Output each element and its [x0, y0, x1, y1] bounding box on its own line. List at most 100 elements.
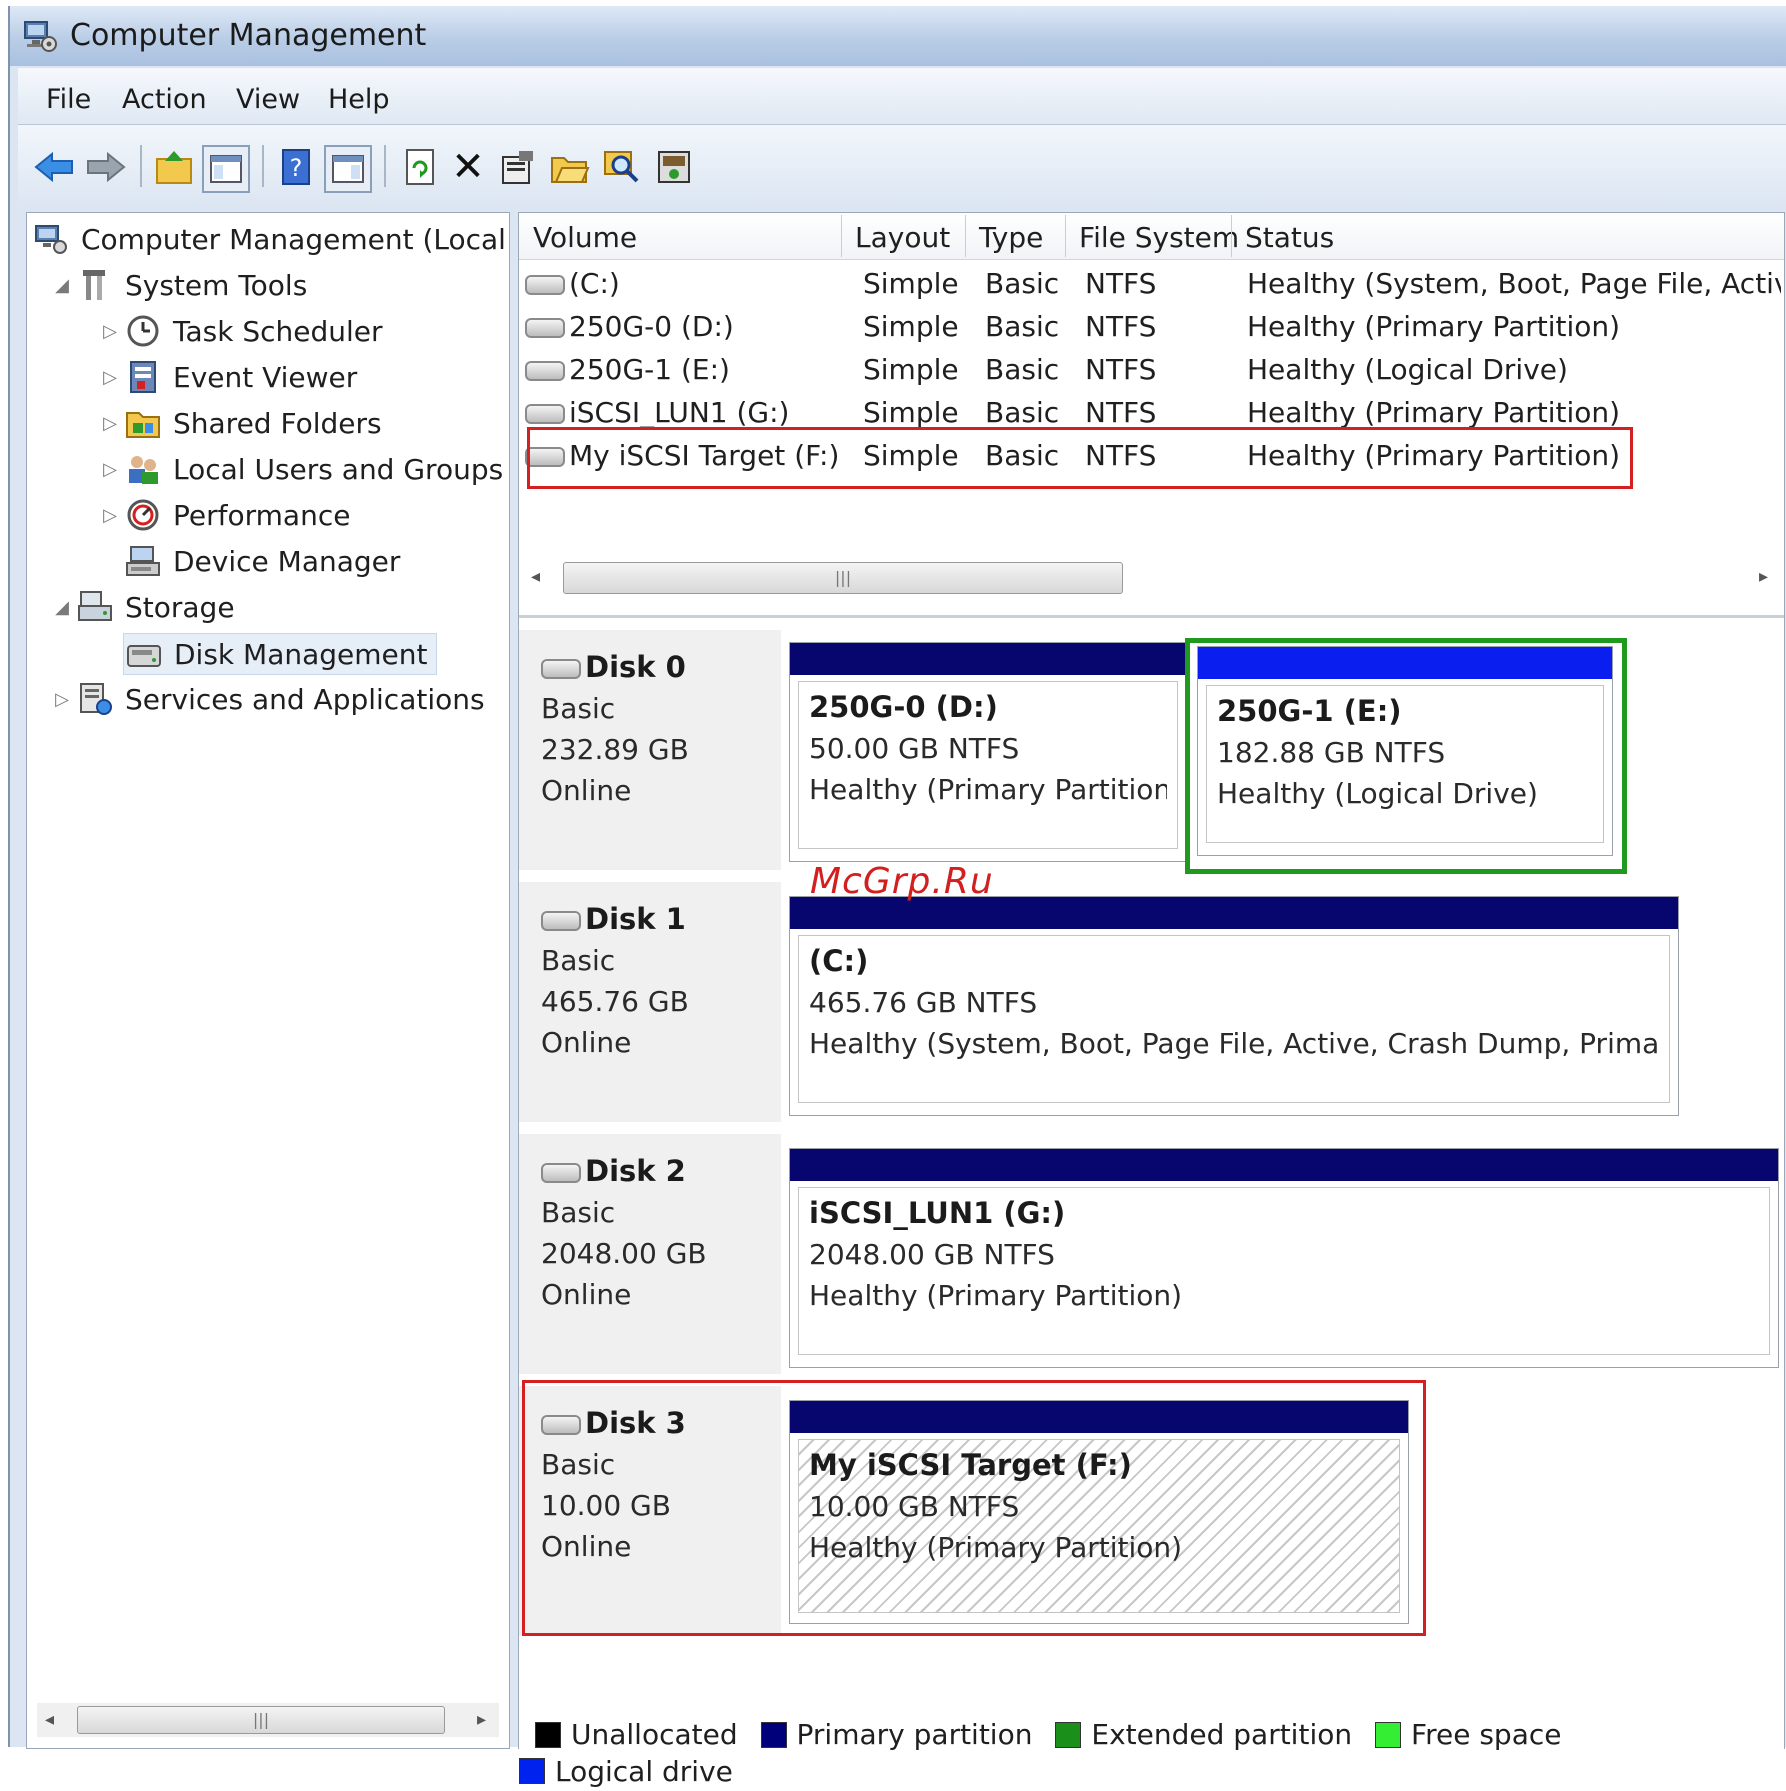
column-divider[interactable]	[1231, 215, 1232, 257]
partition-g[interactable]: iSCSI_LUN1 (G:) 2048.00 GB NTFS Healthy …	[789, 1148, 1779, 1368]
collapsed-arrow-icon[interactable]: ▷	[97, 321, 123, 342]
tree-node-task-scheduler[interactable]: ▷ Task Scheduler	[97, 311, 382, 351]
back-icon[interactable]	[32, 145, 76, 189]
column-divider[interactable]	[1065, 215, 1066, 257]
tree-label: Disk Management	[174, 637, 428, 671]
tree-node-shared-folders[interactable]: ▷ Shared Folders	[97, 403, 382, 443]
column-divider[interactable]	[841, 215, 842, 257]
drive-icon	[525, 361, 565, 381]
layout-cell: Simple	[863, 310, 959, 343]
open-icon[interactable]	[548, 145, 592, 189]
partition-c[interactable]: (C:) 465.76 GB NTFS Healthy (System, Boo…	[789, 896, 1679, 1116]
show-hide-action-pane-icon[interactable]	[324, 145, 372, 193]
tree-label: Computer Management (Local	[81, 222, 506, 256]
computer-management-icon	[24, 21, 57, 52]
performance-icon	[123, 497, 163, 533]
column-divider[interactable]	[965, 215, 966, 257]
collapsed-arrow-icon[interactable]: ▷	[49, 689, 75, 710]
column-header-type[interactable]: Type	[979, 221, 1043, 254]
partition-title: (C:)	[809, 944, 869, 978]
tree-label: System Tools	[125, 268, 308, 302]
partition-d[interactable]: 250G-0 (D:) 50.00 GB NTFS Healthy (Prima…	[789, 642, 1187, 862]
collapsed-arrow-icon[interactable]: ▷	[97, 413, 123, 434]
scroll-right-icon[interactable]: ▸	[477, 1709, 486, 1730]
disk-2-info[interactable]: Disk 2 Basic 2048.00 GB Online	[519, 1134, 781, 1374]
title-bar[interactable]: Computer Management	[10, 6, 1786, 66]
disk-icon	[541, 659, 581, 679]
search-icon[interactable]	[600, 145, 644, 189]
tree-label: Shared Folders	[173, 406, 382, 440]
column-header-volume[interactable]: Volume	[533, 221, 637, 254]
partition-e[interactable]: 250G-1 (E:) 182.88 GB NTFS Healthy (Logi…	[1197, 646, 1613, 856]
disk-state: Online	[541, 1026, 632, 1059]
tree-node-system-tools[interactable]: ◢ System Tools	[49, 265, 307, 305]
toolbar-separator	[262, 145, 264, 187]
delete-icon[interactable]: ✕	[446, 144, 490, 190]
up-icon[interactable]	[152, 145, 196, 189]
forward-icon[interactable]	[84, 145, 128, 189]
layout-cell: Simple	[863, 353, 959, 386]
expanded-arrow-icon[interactable]: ◢	[49, 275, 75, 296]
collapsed-arrow-icon[interactable]: ▷	[97, 367, 123, 388]
legend: Unallocated Primary partition Extended p…	[519, 1718, 1784, 1788]
scroll-thumb[interactable]: |||	[563, 562, 1123, 594]
volume-row[interactable]: 250G-1 (E:) Simple Basic NTFS Healthy (L…	[519, 349, 1784, 391]
tree-horizontal-scrollbar[interactable]: ◂ ||| ▸	[37, 1703, 499, 1737]
highlight-box-disk-3	[522, 1380, 1426, 1636]
tree-node-local-users-groups[interactable]: ▷ Local Users and Groups	[97, 449, 503, 489]
services-icon	[75, 681, 115, 717]
logical-drive-bar	[1198, 647, 1612, 679]
refresh-icon[interactable]	[398, 145, 442, 189]
tree-node-performance[interactable]: ▷ Performance	[97, 495, 350, 535]
filesystem-cell: NTFS	[1085, 267, 1157, 300]
partition-status: Healthy (Logical Drive)	[1217, 777, 1538, 810]
column-header-status[interactable]: Status	[1245, 221, 1334, 254]
menu-action[interactable]: Action	[122, 84, 207, 115]
disk-icon[interactable]	[652, 145, 696, 189]
partition-size: 182.88 GB NTFS	[1217, 736, 1446, 769]
event-viewer-icon	[123, 359, 163, 395]
tree-node-device-manager[interactable]: Device Manager	[123, 541, 400, 581]
tree-label: Storage	[125, 590, 235, 624]
volume-row[interactable]: (C:) Simple Basic NTFS Healthy (System, …	[519, 263, 1784, 305]
tree-node-services-applications[interactable]: ▷ Services and Applications	[49, 679, 485, 719]
tree-node-storage[interactable]: ◢ Storage	[49, 587, 235, 627]
storage-icon	[75, 589, 115, 625]
disk-0-info[interactable]: Disk 0 Basic 232.89 GB Online	[519, 630, 781, 870]
menu-view[interactable]: View	[236, 84, 300, 115]
volume-row[interactable]: 250G-0 (D:) Simple Basic NTFS Healthy (P…	[519, 306, 1784, 348]
filesystem-cell: NTFS	[1085, 396, 1157, 429]
legend-swatch	[1055, 1721, 1082, 1748]
collapsed-arrow-icon[interactable]: ▷	[97, 459, 123, 480]
properties-icon[interactable]	[496, 145, 540, 189]
partition-status: Healthy (Primary Partition)	[809, 1279, 1183, 1312]
partition-title: 250G-0 (D:)	[809, 690, 998, 724]
menu-file[interactable]: File	[46, 84, 91, 115]
layout-cell: Simple	[863, 396, 959, 429]
tree-node-event-viewer[interactable]: ▷ Event Viewer	[97, 357, 357, 397]
expanded-arrow-icon[interactable]: ◢	[49, 597, 75, 618]
collapsed-arrow-icon[interactable]: ▷	[97, 505, 123, 526]
menu-help[interactable]: Help	[328, 84, 390, 115]
volume-cell: 250G-0 (D:)	[525, 310, 845, 343]
scroll-thumb[interactable]: |||	[77, 1706, 445, 1734]
column-header-file-system[interactable]: File System	[1079, 221, 1239, 254]
tree-node-root[interactable]: Computer Management (Local	[31, 219, 506, 259]
disk-1-info[interactable]: Disk 1 Basic 465.76 GB Online	[519, 882, 781, 1122]
scroll-left-icon[interactable]: ◂	[531, 566, 540, 587]
disk-type: Basic	[541, 1196, 616, 1229]
show-hide-console-tree-icon[interactable]	[202, 145, 250, 193]
volume-list-horizontal-scrollbar[interactable]: ◂ ||| ▸	[519, 558, 1784, 596]
scroll-right-icon[interactable]: ▸	[1759, 566, 1768, 587]
type-cell: Basic	[985, 396, 1060, 429]
column-header-layout[interactable]: Layout	[855, 221, 950, 254]
help-icon[interactable]: ?	[274, 145, 318, 189]
legend-logical: Logical drive	[519, 1755, 733, 1788]
type-cell: Basic	[985, 267, 1060, 300]
disk-size: 465.76 GB	[541, 985, 689, 1018]
type-cell: Basic	[985, 353, 1060, 386]
tree-node-disk-management[interactable]: Disk Management	[123, 633, 437, 675]
disk-size: 2048.00 GB	[541, 1237, 707, 1270]
scroll-left-icon[interactable]: ◂	[45, 1709, 54, 1730]
toolbar-separator	[140, 145, 142, 187]
